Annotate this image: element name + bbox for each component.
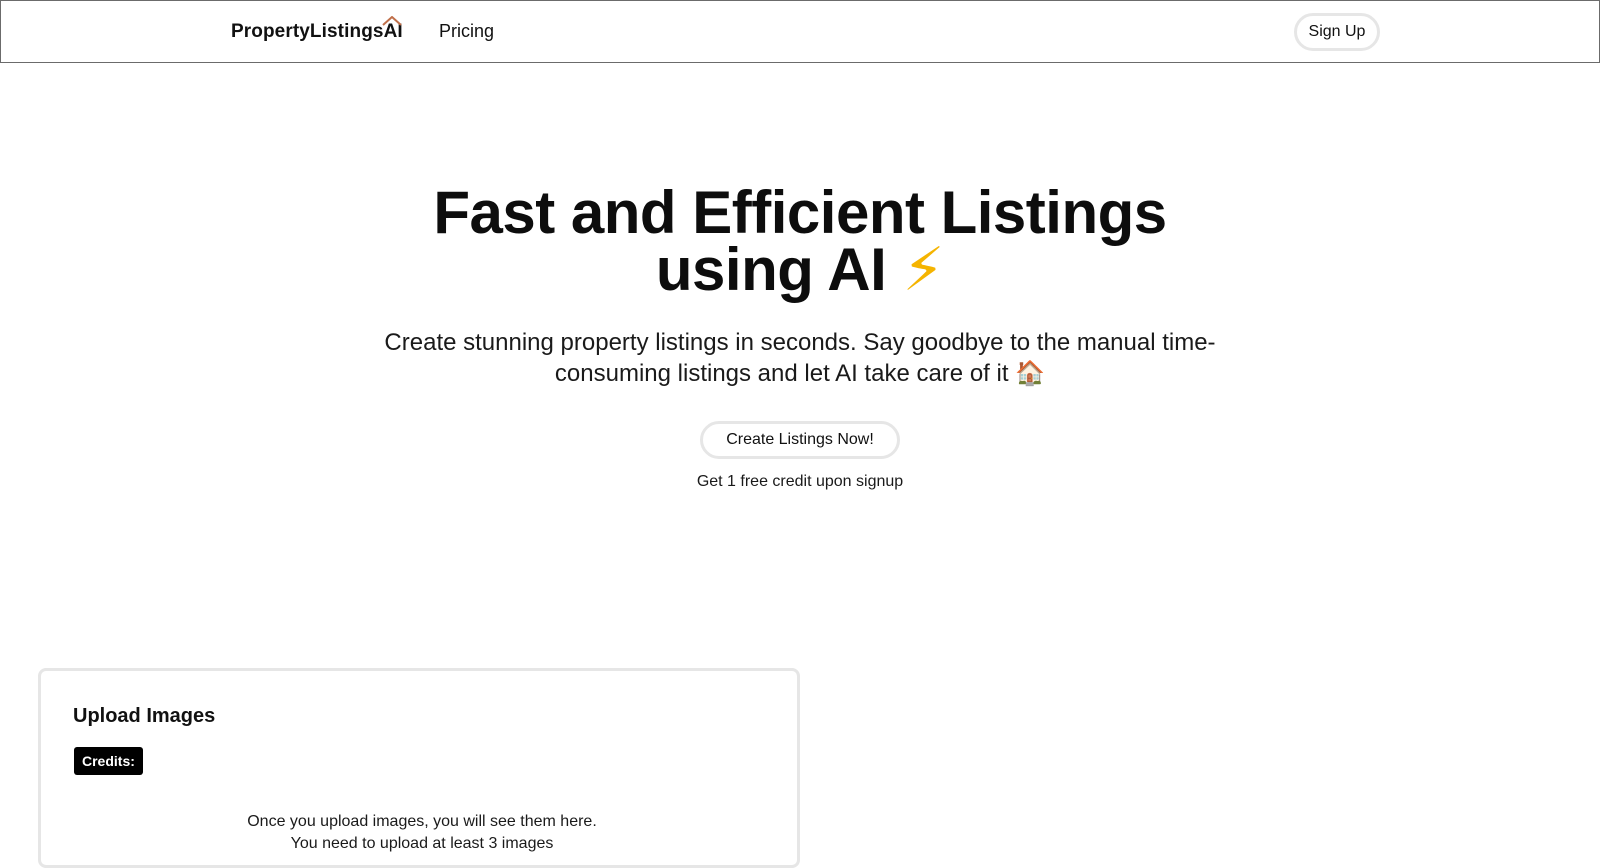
upload-images-card: Upload Images Credits: Once you upload i… (38, 668, 800, 868)
credits-badge: Credits: (74, 747, 143, 775)
lightning-icon: ⚡ (902, 235, 945, 305)
sign-up-button[interactable]: Sign Up (1294, 13, 1380, 51)
top-navbar: PropertyListingsAI Pricing Sign Up (0, 0, 1600, 63)
nav-link-pricing[interactable]: Pricing (439, 21, 494, 42)
free-credit-note: Get 1 free credit upon signup (696, 473, 904, 490)
hero-subtitle: Create stunning property listings in sec… (360, 327, 1240, 389)
upload-empty-line1: Once you upload images, you will see the… (247, 813, 597, 830)
brand-logo[interactable]: PropertyListingsAI (231, 16, 403, 43)
create-listings-button[interactable]: Create Listings Now! (700, 421, 900, 459)
hero-subtitle-text: Create stunning property listings in sec… (384, 329, 1216, 387)
upload-images-title: Upload Images (73, 705, 216, 727)
house-icon: 🏠 (1015, 359, 1046, 387)
upload-empty-line2: You need to upload at least 3 images (290, 835, 554, 852)
hero-title-line2: using AI (655, 236, 887, 303)
upload-empty-message: Once you upload images, you will see the… (41, 811, 803, 855)
brand-name: PropertyListingsAI (231, 21, 403, 42)
hero-title: Fast and Efficient Listings using AI ⚡ (0, 183, 1600, 301)
house-roof-icon (382, 16, 402, 26)
